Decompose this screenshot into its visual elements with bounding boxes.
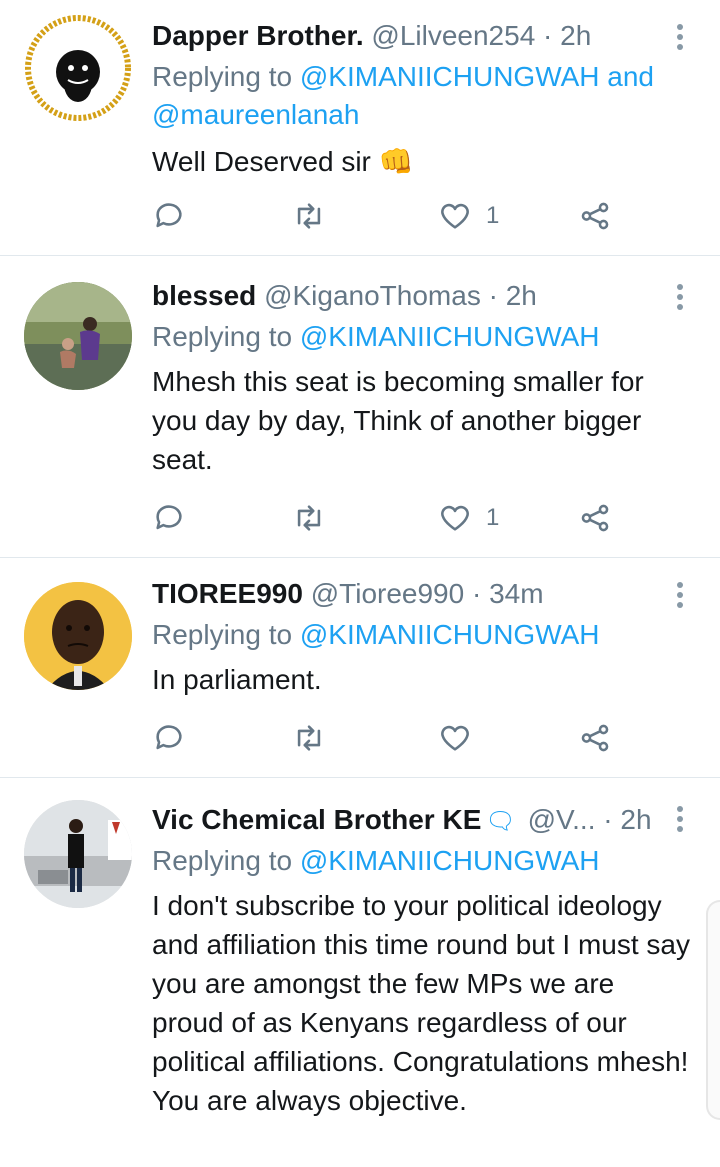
scroll-handle[interactable] — [706, 900, 720, 1120]
handle[interactable]: @KiganoThomas — [264, 280, 481, 311]
avatar[interactable] — [24, 800, 132, 908]
timestamp[interactable]: · 34m — [472, 578, 544, 609]
reply-button[interactable] — [152, 718, 186, 758]
speech-bubble-emoji: 🗨 — [485, 808, 516, 835]
heart-icon — [441, 203, 469, 229]
heart-icon — [441, 505, 469, 531]
timestamp[interactable]: · 2h — [543, 20, 591, 51]
share-icon — [581, 202, 609, 230]
like-button[interactable] — [438, 718, 486, 758]
replying-to: Replying to @KIMANIICHUNGWAH — [152, 616, 690, 654]
tweet-text: I don't subscribe to your political ideo… — [152, 890, 690, 1116]
timestamp[interactable]: · 2h — [603, 804, 651, 835]
retweet-icon — [297, 725, 321, 751]
more-vertical-icon[interactable] — [670, 20, 690, 56]
reply-icon — [156, 725, 182, 750]
avatar[interactable] — [24, 14, 132, 122]
like-button[interactable]: 1 — [438, 498, 499, 538]
heart-icon — [441, 725, 469, 751]
mention-link[interactable]: @KIMANIICHUNGWAH — [300, 321, 600, 352]
reply-icon — [156, 203, 182, 228]
tweet-actions: 1 — [152, 498, 622, 538]
share-button[interactable] — [578, 718, 612, 758]
mention-link[interactable]: @KIMANIICHUNGWAH — [300, 619, 600, 650]
mention-link[interactable]: @KIMANIICHUNGWAH — [300, 845, 600, 876]
display-name[interactable]: Vic Chemical Brother KE — [152, 804, 481, 835]
more-vertical-icon[interactable] — [670, 802, 690, 838]
like-button[interactable]: 1 — [438, 196, 499, 236]
display-name[interactable]: Dapper Brother. — [152, 20, 364, 51]
tweet-3[interactable]: TIOREE990 @Tioree990 · 34m Replying to @… — [0, 558, 720, 778]
handle[interactable]: @Tioree990 — [311, 578, 464, 609]
more-vertical-icon[interactable] — [670, 280, 690, 316]
replying-prefix: Replying to — [152, 845, 293, 876]
timestamp[interactable]: · 2h — [489, 280, 537, 311]
reply-icon — [156, 505, 182, 530]
tweet-text: In parliament. — [152, 664, 322, 695]
avatar[interactable] — [24, 282, 132, 390]
reply-button[interactable] — [152, 196, 186, 236]
tweet-actions — [152, 718, 622, 758]
share-button[interactable] — [578, 498, 612, 538]
tweet-text: Well Deserved sir 👊 — [152, 146, 414, 177]
retweet-icon — [297, 505, 321, 531]
display-name[interactable]: blessed — [152, 280, 256, 311]
tweet-actions: 1 — [152, 196, 622, 236]
share-button[interactable] — [578, 196, 612, 236]
like-count: 1 — [486, 504, 500, 531]
replying-prefix: Replying to — [152, 619, 293, 650]
handle[interactable]: @V... — [528, 804, 596, 835]
replying-prefix: Replying to — [152, 321, 293, 352]
like-count: 1 — [486, 202, 500, 229]
retweet-icon — [297, 203, 321, 229]
more-vertical-icon[interactable] — [670, 578, 690, 614]
retweet-button[interactable] — [292, 498, 326, 538]
retweet-button[interactable] — [292, 196, 326, 236]
share-icon — [581, 724, 609, 752]
display-name[interactable]: TIOREE990 — [152, 578, 303, 609]
replying-to: Replying to @KIMANIICHUNGWAH — [152, 842, 690, 880]
tweet-4[interactable]: Vic Chemical Brother KE 🗨 @V... · 2h Repl… — [0, 778, 720, 1167]
handle[interactable]: @Lilveen254 — [371, 20, 535, 51]
replying-to: Replying to @KIMANIICHUNGWAH and @mauree… — [152, 58, 690, 134]
retweet-button[interactable] — [292, 718, 326, 758]
reply-button[interactable] — [152, 498, 186, 538]
share-icon — [581, 504, 609, 532]
tweet-1[interactable]: Dapper Brother. @Lilveen254 · 2h Replyin… — [0, 0, 720, 256]
tweet-2[interactable]: blessed @KiganoThomas · 2h Replying to @… — [0, 256, 720, 558]
avatar[interactable] — [24, 582, 132, 690]
tweet-text: Mhesh this seat is becoming smaller for … — [152, 366, 644, 475]
replying-prefix: Replying to — [152, 61, 293, 92]
replying-to: Replying to @KIMANIICHUNGWAH — [152, 318, 690, 356]
